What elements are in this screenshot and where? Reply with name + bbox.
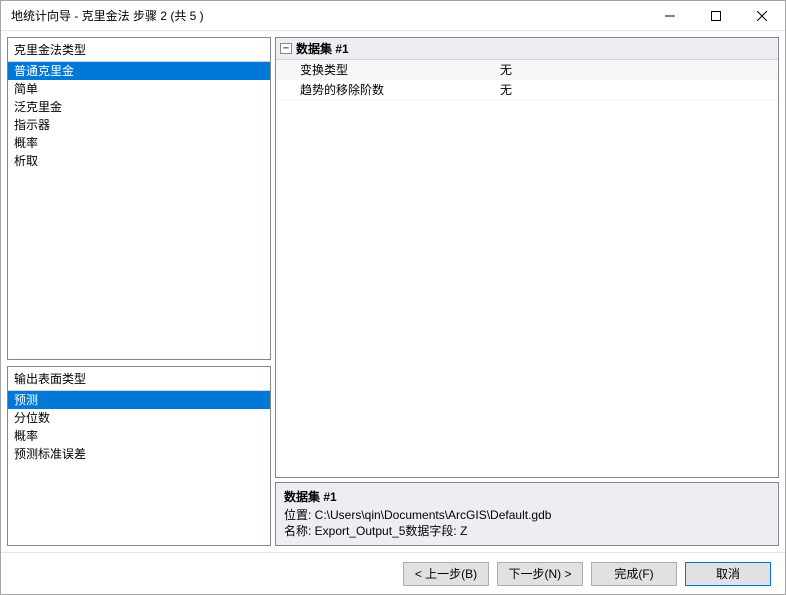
info-name-field: 名称: Export_Output_5数据字段: Z (284, 523, 770, 539)
minimize-button[interactable] (647, 1, 693, 30)
titlebar: 地统计向导 - 克里金法 步骤 2 (共 5 ) (1, 1, 785, 31)
content-area: 克里金法类型 普通克里金简单泛克里金指示器概率析取 输出表面类型 预测分位数概率… (1, 31, 785, 552)
wizard-window: 地统计向导 - 克里金法 步骤 2 (共 5 ) 克里金法类型 普通克里金简单泛… (0, 0, 786, 595)
window-title: 地统计向导 - 克里金法 步骤 2 (共 5 ) (11, 7, 647, 24)
grid-row[interactable]: 趋势的移除阶数无 (276, 80, 778, 100)
grid-row[interactable]: 变换类型无 (276, 60, 778, 80)
list-item[interactable]: 预测 (8, 391, 270, 409)
collapse-icon[interactable]: − (280, 43, 292, 54)
info-title: 数据集 #1 (284, 489, 770, 505)
grid-row-label: 趋势的移除阶数 (280, 81, 500, 98)
grid-section-title: 数据集 #1 (296, 40, 349, 57)
property-grid: − 数据集 #1 变换类型无趋势的移除阶数无 (275, 37, 779, 478)
list-item[interactable]: 预测标准误差 (8, 445, 270, 463)
info-panel: 数据集 #1 位置: C:\Users\qin\Documents\ArcGIS… (275, 482, 779, 546)
list-item[interactable]: 分位数 (8, 409, 270, 427)
grid-row-value[interactable]: 无 (500, 61, 774, 78)
back-button[interactable]: < 上一步(B) (403, 562, 489, 586)
list-item[interactable]: 概率 (8, 134, 270, 152)
kriging-type-panel: 克里金法类型 普通克里金简单泛克里金指示器概率析取 (7, 37, 271, 360)
finish-button[interactable]: 完成(F) (591, 562, 677, 586)
output-type-header: 输出表面类型 (8, 367, 270, 391)
output-type-list[interactable]: 预测分位数概率预测标准误差 (8, 391, 270, 545)
list-item[interactable]: 指示器 (8, 116, 270, 134)
window-controls (647, 1, 785, 30)
maximize-button[interactable] (693, 1, 739, 30)
list-item[interactable]: 简单 (8, 80, 270, 98)
list-item[interactable]: 泛克里金 (8, 98, 270, 116)
grid-row-label: 变换类型 (280, 61, 500, 78)
next-button[interactable]: 下一步(N) > (497, 562, 583, 586)
list-item[interactable]: 普通克里金 (8, 62, 270, 80)
list-item[interactable]: 概率 (8, 427, 270, 445)
left-column: 克里金法类型 普通克里金简单泛克里金指示器概率析取 输出表面类型 预测分位数概率… (7, 37, 271, 546)
info-location: 位置: C:\Users\qin\Documents\ArcGIS\Defaul… (284, 507, 770, 523)
close-button[interactable] (739, 1, 785, 30)
cancel-button[interactable]: 取消 (685, 562, 771, 586)
output-type-panel: 输出表面类型 预测分位数概率预测标准误差 (7, 366, 271, 546)
grid-row-value[interactable]: 无 (500, 81, 774, 98)
kriging-type-header: 克里金法类型 (8, 38, 270, 62)
footer: < 上一步(B) 下一步(N) > 完成(F) 取消 (1, 552, 785, 594)
grid-section-header: − 数据集 #1 (276, 38, 778, 60)
right-column: − 数据集 #1 变换类型无趋势的移除阶数无 数据集 #1 位置: C:\Use… (275, 37, 779, 546)
kriging-type-list[interactable]: 普通克里金简单泛克里金指示器概率析取 (8, 62, 270, 359)
list-item[interactable]: 析取 (8, 152, 270, 170)
